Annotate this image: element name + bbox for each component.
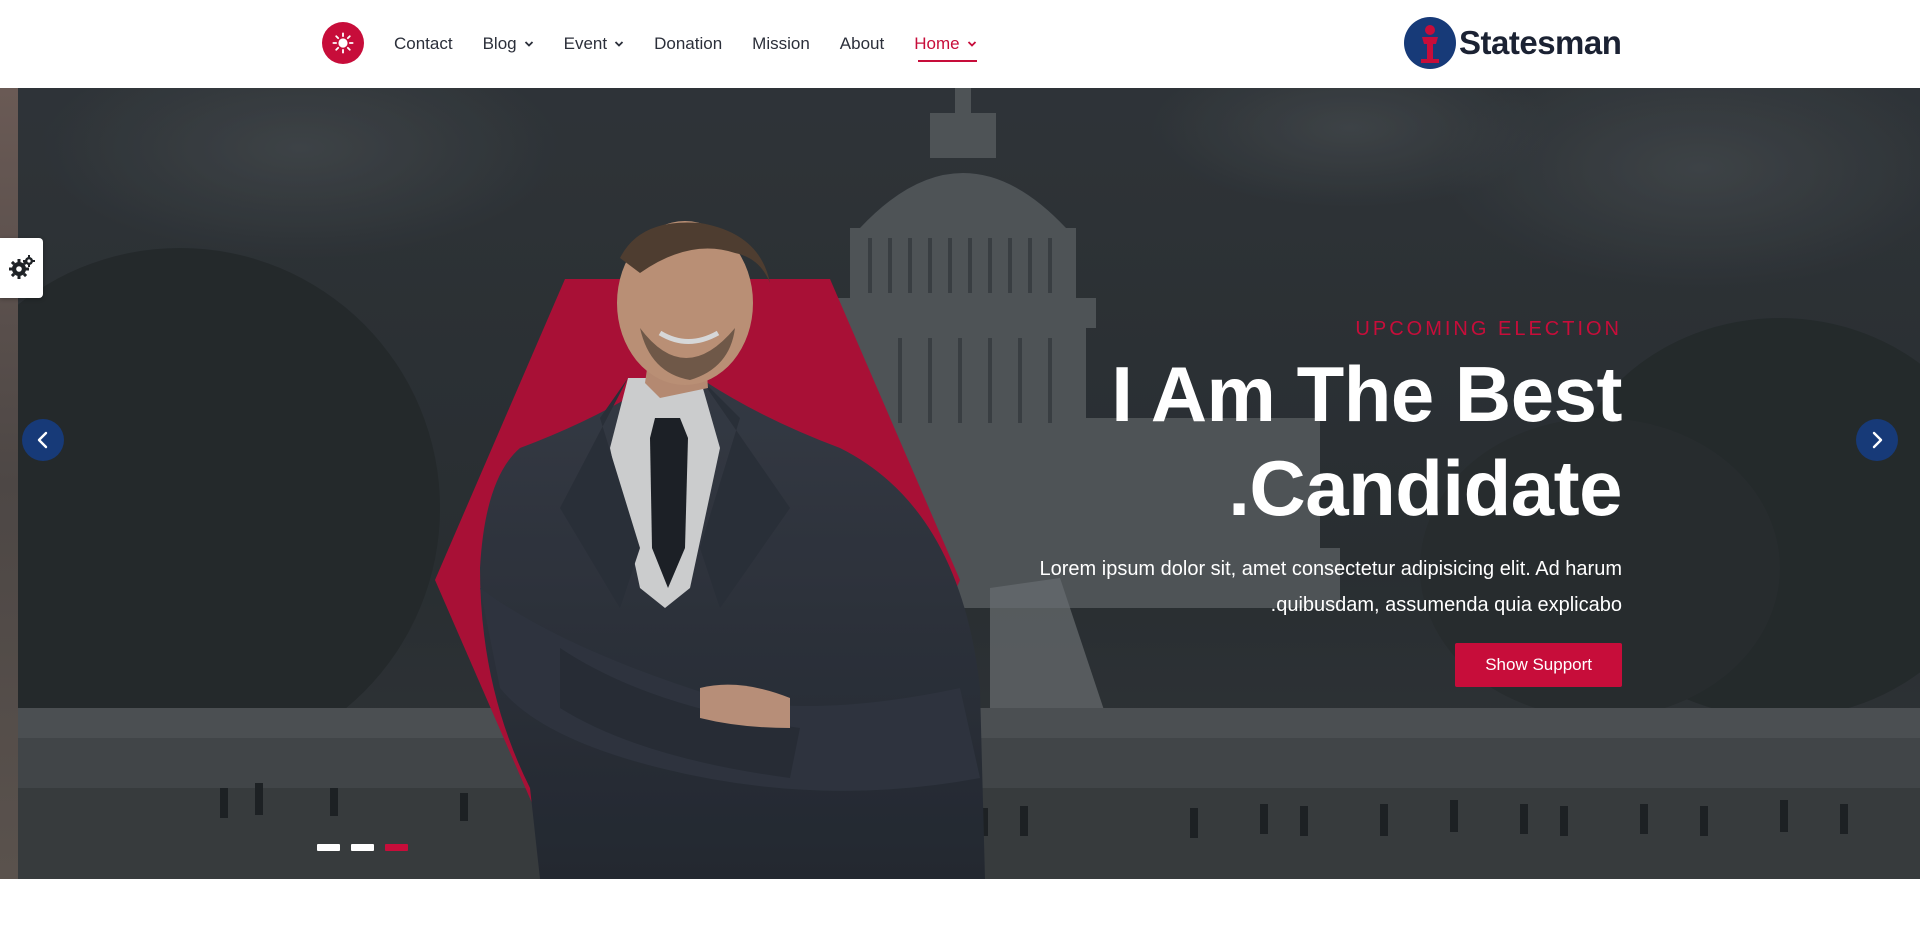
show-support-button[interactable]: Show Support bbox=[1455, 643, 1622, 687]
slider-dot-3[interactable] bbox=[385, 844, 408, 851]
slider-dot-1[interactable] bbox=[317, 844, 340, 851]
nav-item-about[interactable]: About bbox=[840, 0, 884, 88]
hero-description-line2: .quibusdam, assumenda quia explicabo bbox=[1270, 594, 1622, 616]
sun-burst-icon bbox=[332, 32, 354, 54]
hero-headline-line1: I Am The Best bbox=[1111, 350, 1622, 438]
main-nav: Contact Blog Event Donation Mission Abou… bbox=[394, 0, 1007, 88]
nav-label: Donation bbox=[654, 34, 723, 53]
nav-item-event[interactable]: Event bbox=[564, 0, 624, 88]
chevron-down-icon bbox=[967, 41, 976, 47]
hero-slider: UPCOMING ELECTION I Am The Best .Candida… bbox=[0, 88, 1920, 879]
site-logo[interactable]: Statesman bbox=[1404, 17, 1622, 69]
gears-icon bbox=[8, 255, 35, 279]
hero-description: Lorem ipsum dolor sit, amet consectetur … bbox=[922, 551, 1623, 623]
settings-toggle-button[interactable] bbox=[0, 238, 43, 298]
slider-dot-2[interactable] bbox=[351, 844, 374, 851]
site-header: Contact Blog Event Donation Mission Abou… bbox=[0, 0, 1920, 88]
chevron-right-icon bbox=[1872, 431, 1883, 449]
podium-speaker-icon bbox=[1404, 17, 1456, 69]
nav-item-contact[interactable]: Contact bbox=[394, 0, 453, 88]
nav-label: Blog bbox=[482, 34, 517, 53]
nav-item-donation[interactable]: Donation bbox=[654, 0, 722, 88]
hero-headline-line2: .Candidate bbox=[1228, 444, 1622, 532]
logo-text: Statesman bbox=[1459, 24, 1622, 61]
hero-text-block: UPCOMING ELECTION I Am The Best .Candida… bbox=[922, 318, 1623, 687]
nav-label: Home bbox=[914, 34, 960, 53]
nav-label: Contact bbox=[394, 34, 453, 53]
hero-description-line1: Lorem ipsum dolor sit, amet consectetur … bbox=[1039, 558, 1623, 580]
chevron-down-icon bbox=[524, 41, 533, 47]
nav-item-blog[interactable]: Blog bbox=[483, 0, 534, 88]
slider-next-button[interactable] bbox=[1856, 419, 1898, 461]
chevron-left-icon bbox=[37, 431, 48, 449]
nav-label: About bbox=[839, 34, 885, 53]
nav-label: Mission bbox=[752, 34, 810, 53]
nav-label: Event bbox=[563, 34, 608, 53]
hero-eyebrow: UPCOMING ELECTION bbox=[1355, 318, 1622, 340]
nav-item-home[interactable]: Home bbox=[914, 0, 977, 88]
menu-badge-button[interactable] bbox=[322, 22, 364, 64]
slider-pagination bbox=[317, 844, 419, 851]
hero-headline: I Am The Best .Candidate bbox=[922, 347, 1622, 535]
hero-left-edge bbox=[0, 88, 18, 879]
chevron-down-icon bbox=[614, 41, 624, 47]
slider-prev-button[interactable] bbox=[22, 419, 64, 461]
nav-item-mission[interactable]: Mission bbox=[752, 0, 810, 88]
